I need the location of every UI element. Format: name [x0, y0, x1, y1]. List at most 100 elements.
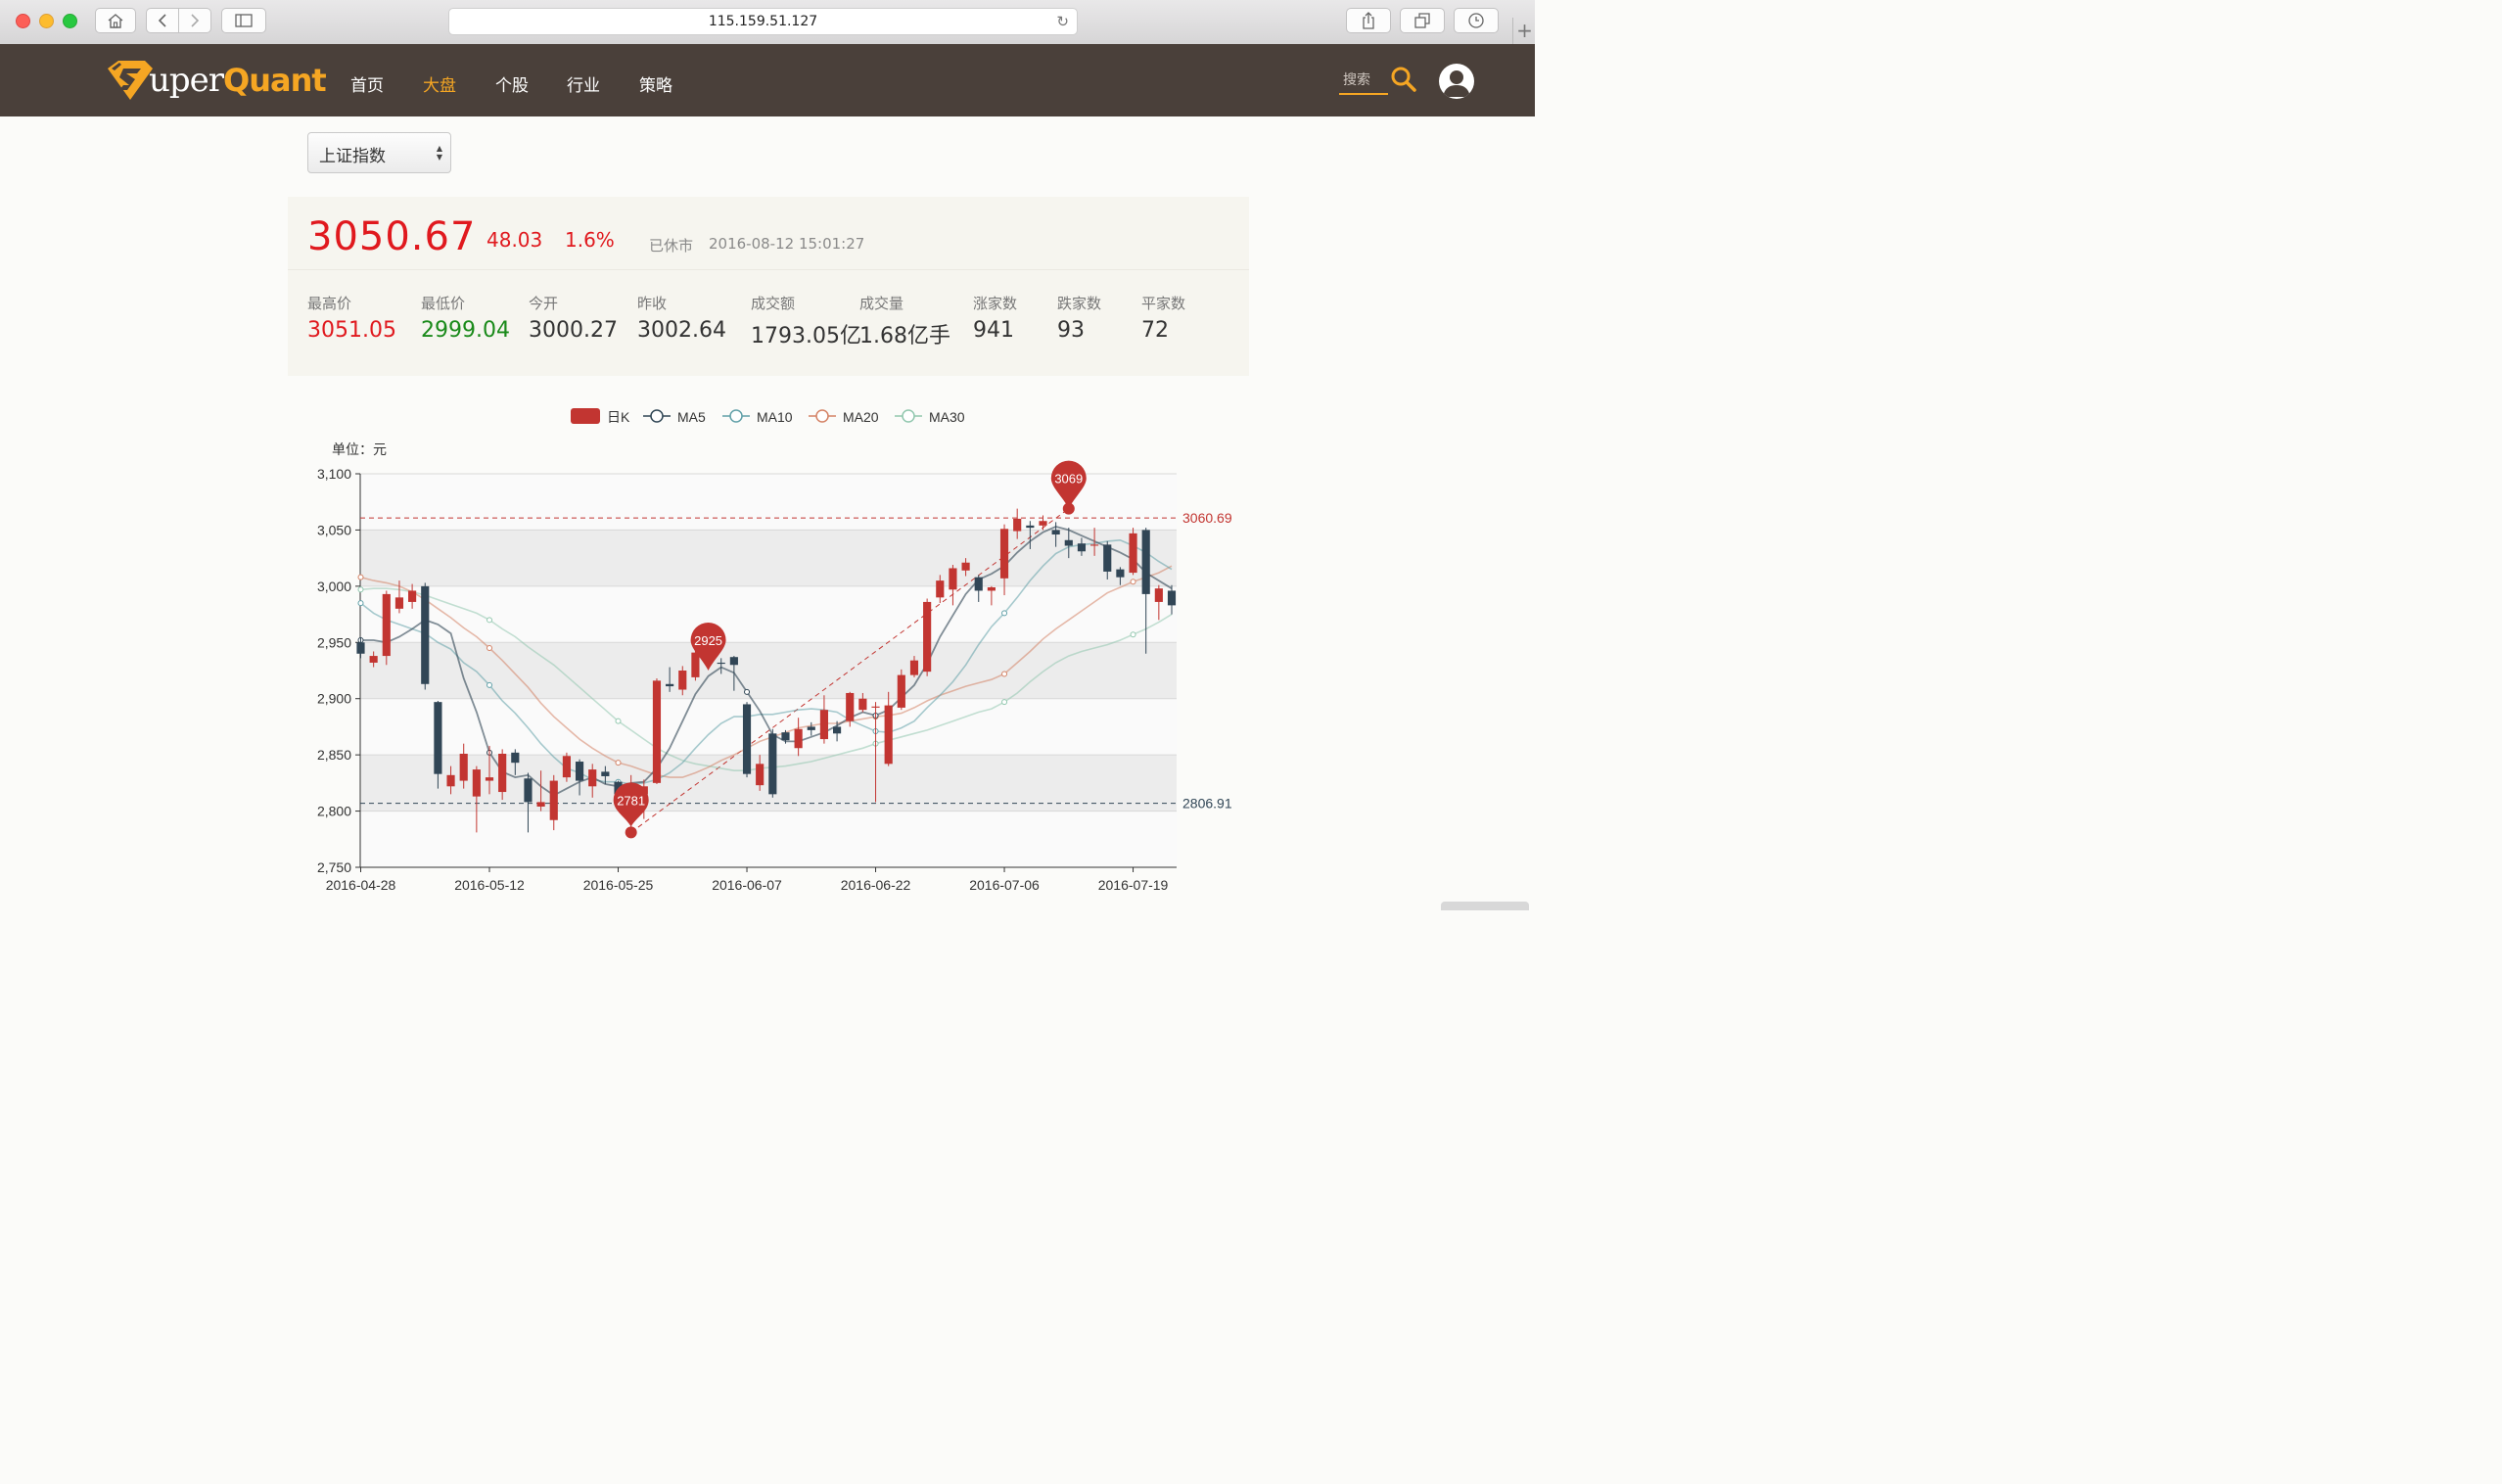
site-navbar: uperQuant 首页 大盘 个股 行业 策略 搜索 [0, 44, 1535, 116]
candle-body [1039, 521, 1047, 526]
candle-body [858, 698, 867, 711]
stat-value: 3051.05 [307, 318, 396, 343]
history-button[interactable] [1454, 8, 1499, 33]
candle-body [1154, 588, 1163, 602]
stat-label: 昨收 [637, 295, 668, 312]
x-tick-label: 2016-05-12 [454, 877, 525, 893]
address-bar[interactable]: 115.159.51.127 ↻ [448, 8, 1078, 35]
candle-body [897, 674, 905, 708]
nav-item-strategy[interactable]: 策略 [639, 71, 672, 96]
stat-value: 3000.27 [529, 318, 618, 343]
grid-band [360, 585, 1177, 643]
candle-body [394, 597, 404, 609]
nav-item-market[interactable]: 大盘 [423, 71, 456, 96]
x-tick-label: 2016-06-07 [712, 877, 782, 893]
candle-body [472, 769, 481, 797]
candle-body [794, 728, 803, 749]
maximize-window-button[interactable] [63, 14, 77, 28]
kline-chart[interactable]: 2,750 2,800 2,850 2,900 2,950 3,000 3,050 3,100… [0, 392, 1535, 901]
legend-label[interactable]: MA20 [843, 409, 879, 425]
logo[interactable]: uperQuant [106, 58, 327, 103]
logo-text: uperQuant [149, 61, 327, 100]
nav-item-stocks[interactable]: 个股 [495, 71, 529, 96]
share-button[interactable] [1346, 8, 1391, 33]
nav-item-industry[interactable]: 行业 [567, 71, 600, 96]
stat-value: 1793.05亿 [751, 324, 861, 348]
candle-body [549, 780, 558, 820]
ma20-point [615, 760, 622, 766]
ma20-point [1001, 671, 1008, 677]
stat-value: 3002.64 [637, 318, 726, 343]
candle-body [999, 529, 1009, 579]
close-window-button[interactable] [16, 14, 30, 28]
candle [768, 728, 777, 798]
candle-body [1116, 569, 1125, 578]
candle-body [666, 683, 674, 687]
tabs-icon [1414, 13, 1430, 28]
marker-dot [625, 826, 637, 839]
x-tick-label: 2016-07-19 [1098, 877, 1169, 893]
candle [382, 590, 391, 666]
y-tick-label: 2,950 [317, 634, 351, 650]
market-status: 已休市 [649, 237, 694, 255]
index-select-value: 上证指数 [319, 147, 386, 166]
search-icon[interactable] [1390, 66, 1417, 93]
new-tab-button[interactable]: + [1512, 18, 1536, 44]
y-tick-label: 2,800 [317, 804, 351, 819]
search-input[interactable]: 搜索 [1339, 68, 1388, 95]
grid-band [360, 530, 1177, 586]
reload-icon[interactable]: ↻ [1056, 9, 1069, 34]
stat-label: 最高价 [307, 295, 352, 312]
ma20-point [1130, 579, 1136, 585]
candle-body [717, 662, 725, 665]
index-select[interactable]: 上证指数 ▲ ▼ [307, 132, 451, 173]
legend-label[interactable]: MA10 [757, 409, 793, 425]
legend-swatch-kline [571, 408, 600, 424]
candle-body [575, 762, 584, 781]
candle-body [408, 590, 417, 602]
stat-label: 涨家数 [973, 295, 1018, 312]
back-button[interactable] [146, 8, 179, 33]
legend-label[interactable]: 日K [607, 409, 630, 425]
candle-body [742, 704, 752, 774]
browser-toolbar: 115.159.51.127 ↻ + [0, 0, 1535, 45]
user-avatar[interactable] [1439, 64, 1474, 99]
nav-item-home[interactable]: 首页 [350, 71, 384, 96]
tabs-button[interactable] [1400, 8, 1445, 33]
minimize-window-button[interactable] [39, 14, 54, 28]
quote-timestamp: 2016-08-12 15:01:27 [709, 235, 865, 253]
price-change: 48.03 [486, 228, 543, 252]
grid-band [360, 642, 1177, 699]
legend-label[interactable]: MA5 [677, 409, 706, 425]
candle-body [819, 710, 829, 740]
quote-panel: 3050.67 48.03 1.6% 已休市 2016-08-12 15:01:… [288, 197, 1249, 376]
candle-body [511, 752, 520, 764]
home-button[interactable] [95, 8, 136, 33]
ma30-point [1130, 631, 1136, 638]
candle [1129, 528, 1137, 576]
sidebar-button[interactable] [221, 8, 266, 33]
legend-swatch-dot [729, 409, 743, 423]
legend-label[interactable]: MA30 [929, 409, 965, 425]
share-icon [1363, 12, 1374, 29]
candle-body [1051, 530, 1060, 535]
price-change-pct: 1.6% [565, 228, 615, 252]
y-tick-label: 2,850 [317, 747, 351, 763]
ma30-point [1001, 699, 1008, 706]
x-tick-label: 2016-04-28 [326, 877, 396, 893]
candle-body [562, 756, 571, 778]
candle-body [459, 753, 468, 781]
y-tick-label: 2,900 [317, 691, 351, 707]
candle-body [1077, 543, 1087, 552]
stat-label: 跌家数 [1057, 295, 1102, 312]
legend-swatch-dot [902, 409, 915, 423]
forward-button[interactable] [178, 8, 211, 33]
candle-body [485, 777, 494, 781]
candle-body [833, 726, 842, 734]
sidebar-icon [235, 14, 253, 27]
marker-label: 2925 [694, 633, 722, 648]
candle-body [1013, 518, 1022, 532]
candle-body [601, 771, 610, 776]
logo-s-mark [108, 61, 153, 100]
chevron-right-icon [191, 14, 200, 27]
